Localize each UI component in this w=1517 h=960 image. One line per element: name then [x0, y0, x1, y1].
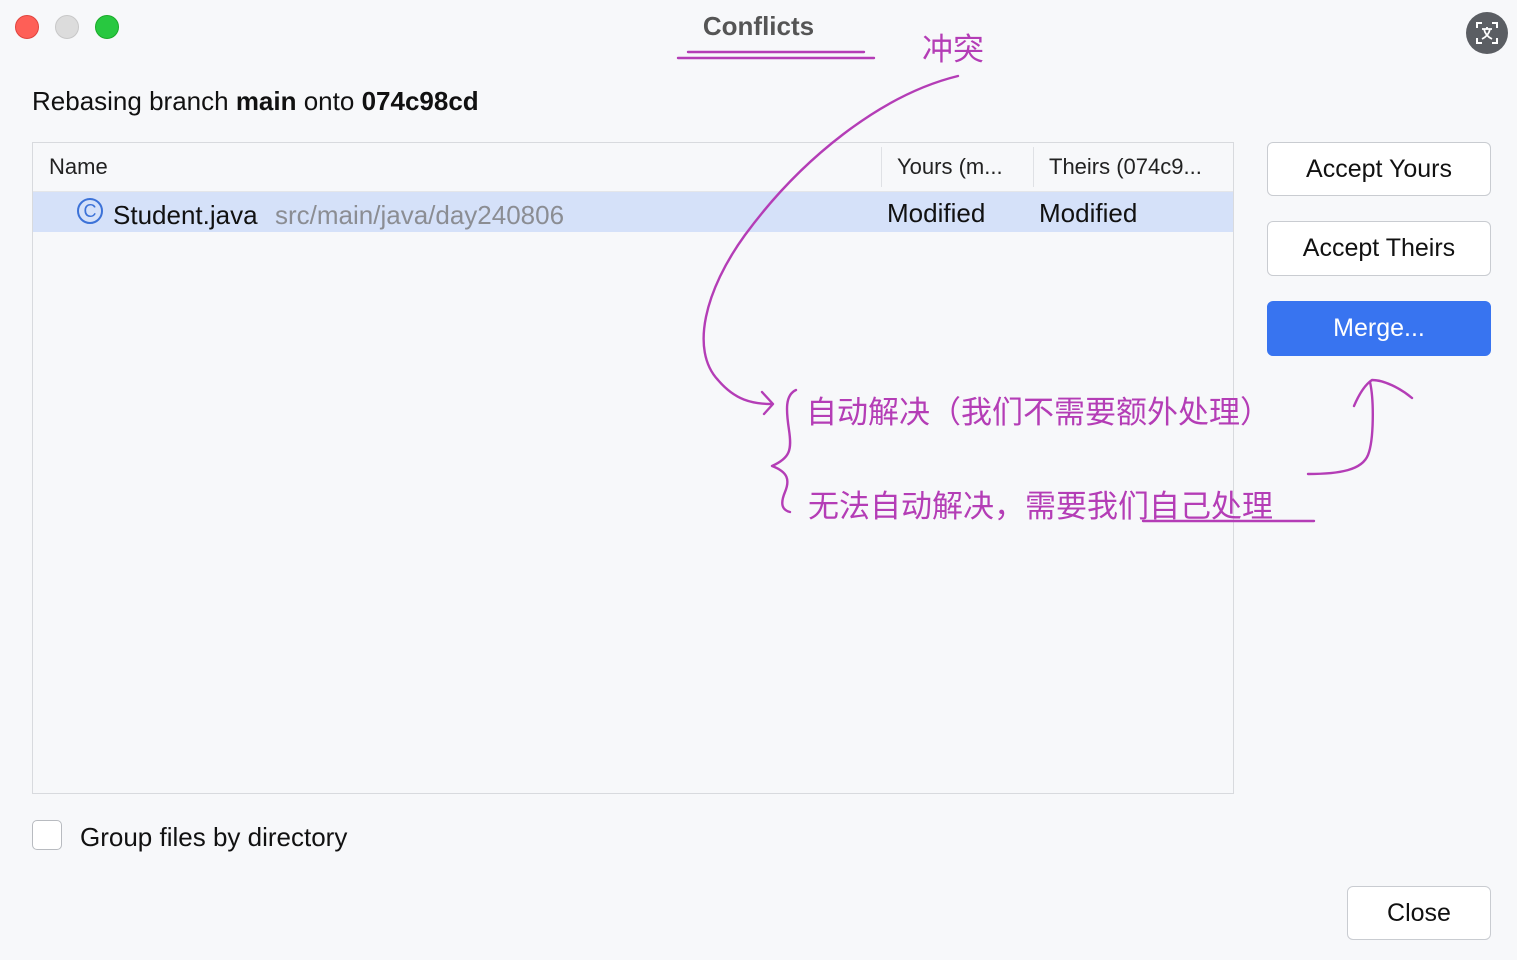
column-divider[interactable]: [881, 147, 882, 187]
accept-yours-button[interactable]: Accept Yours: [1267, 142, 1491, 196]
annotation-auto-resolve: 自动解决（我们不需要额外处理）: [806, 395, 1271, 431]
file-path: src/main/java/day240806: [275, 200, 565, 230]
title-bar: Conflicts: [0, 0, 1517, 60]
merge-button[interactable]: Merge...: [1267, 301, 1491, 356]
annotation-conflict: 冲突: [922, 32, 984, 68]
rebase-status-text: Rebasing branch main onto 074c98cd: [32, 86, 479, 117]
rebase-middle: onto: [296, 86, 362, 116]
commit-hash: 074c98cd: [361, 86, 479, 116]
window-title: Conflicts: [702, 11, 815, 41]
theirs-status: Modified: [1039, 198, 1138, 228]
yours-status: Modified: [887, 198, 986, 228]
translate-button[interactable]: [1466, 12, 1508, 54]
file-name: Student.java: [113, 200, 258, 230]
column-header-yours[interactable]: Yours (m...: [897, 143, 1003, 191]
group-by-directory-checkbox[interactable]: [32, 820, 62, 850]
merge-arrowhead: [1352, 378, 1414, 408]
rebase-prefix: Rebasing branch: [32, 86, 236, 116]
class-icon: C: [77, 198, 103, 224]
column-header-theirs[interactable]: Theirs (074c9...: [1049, 143, 1202, 191]
translate-icon: [1476, 22, 1498, 44]
column-divider[interactable]: [1033, 147, 1034, 187]
column-header-name[interactable]: Name: [49, 143, 108, 191]
conflicts-table: Name Yours (m... Theirs (074c9... C Stud…: [32, 142, 1234, 794]
accept-theirs-button[interactable]: Accept Theirs: [1267, 221, 1491, 276]
annotation-manual-resolve: 无法自动解决，需要我们自己处理: [808, 489, 1273, 525]
merge-arrow: [1306, 380, 1374, 476]
group-by-directory-label[interactable]: Group files by directory: [80, 822, 347, 853]
branch-name: main: [235, 86, 297, 116]
table-row[interactable]: C Student.java src/main/java/day240806 M…: [33, 192, 1233, 232]
table-header: Name Yours (m... Theirs (074c9...: [33, 143, 1233, 192]
close-button[interactable]: Close: [1347, 886, 1491, 940]
